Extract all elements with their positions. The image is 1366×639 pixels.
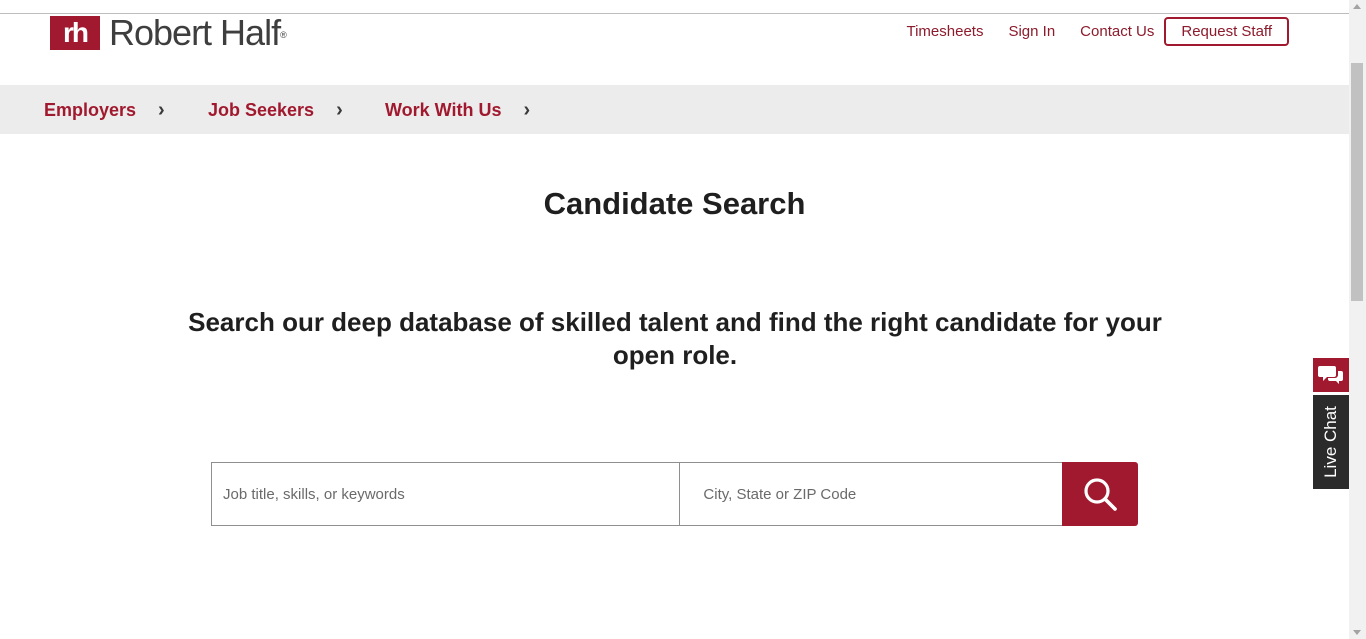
page-subtitle: Search our deep database of skilled tale…	[188, 307, 1162, 370]
nav-item-job-seekers[interactable]: Job Seekers ›	[208, 99, 343, 122]
live-chat-tab[interactable]: Live Chat	[1313, 395, 1349, 489]
contact-us-link[interactable]: Contact Us	[1080, 23, 1154, 40]
nav-item-label: Work With Us	[385, 100, 502, 120]
chat-bubbles-icon	[1313, 358, 1349, 392]
nav-item-work-with-us[interactable]: Work With Us ›	[385, 99, 530, 122]
search-icon	[1084, 478, 1117, 511]
main-nav: Employers › Job Seekers › Work With Us ›	[0, 85, 1349, 134]
chevron-right-icon: ›	[158, 99, 165, 121]
scroll-up-icon[interactable]	[1353, 4, 1361, 9]
sign-in-link[interactable]: Sign In	[1008, 23, 1055, 40]
timesheets-link[interactable]: Timesheets	[906, 23, 983, 40]
site-header: rh Robert Half® Timesheets Sign In Conta…	[0, 14, 1349, 85]
nav-item-employers[interactable]: Employers ›	[44, 99, 165, 122]
scroll-down-icon[interactable]	[1353, 630, 1361, 635]
logo-wordmark: Robert Half®	[109, 12, 287, 53]
live-chat-label: Live Chat	[1321, 406, 1340, 478]
utility-nav: Timesheets Sign In Contact Us Request St…	[881, 17, 1289, 46]
chevron-right-icon: ›	[336, 99, 343, 121]
candidate-search-form	[211, 462, 1138, 526]
page-title: Candidate Search	[543, 186, 806, 221]
request-staff-button[interactable]: Request Staff	[1164, 17, 1289, 46]
keywords-field	[211, 462, 681, 526]
browser-toolbar-fragment	[14, 0, 54, 3]
nav-item-label: Employers	[44, 100, 137, 120]
logo-mark: rh	[50, 16, 100, 50]
keywords-input[interactable]	[221, 462, 680, 526]
chevron-right-icon: ›	[523, 99, 531, 121]
location-field	[679, 462, 1064, 526]
page-scrollbar[interactable]	[1349, 0, 1366, 639]
location-input[interactable]	[701, 462, 1063, 526]
live-chat-widget[interactable]: Live Chat	[1313, 358, 1349, 489]
scrollbar-thumb[interactable]	[1351, 63, 1363, 301]
search-button[interactable]	[1061, 462, 1138, 526]
nav-item-label: Job Seekers	[208, 100, 315, 120]
robert-half-logo[interactable]: rh Robert Half®	[50, 12, 287, 53]
